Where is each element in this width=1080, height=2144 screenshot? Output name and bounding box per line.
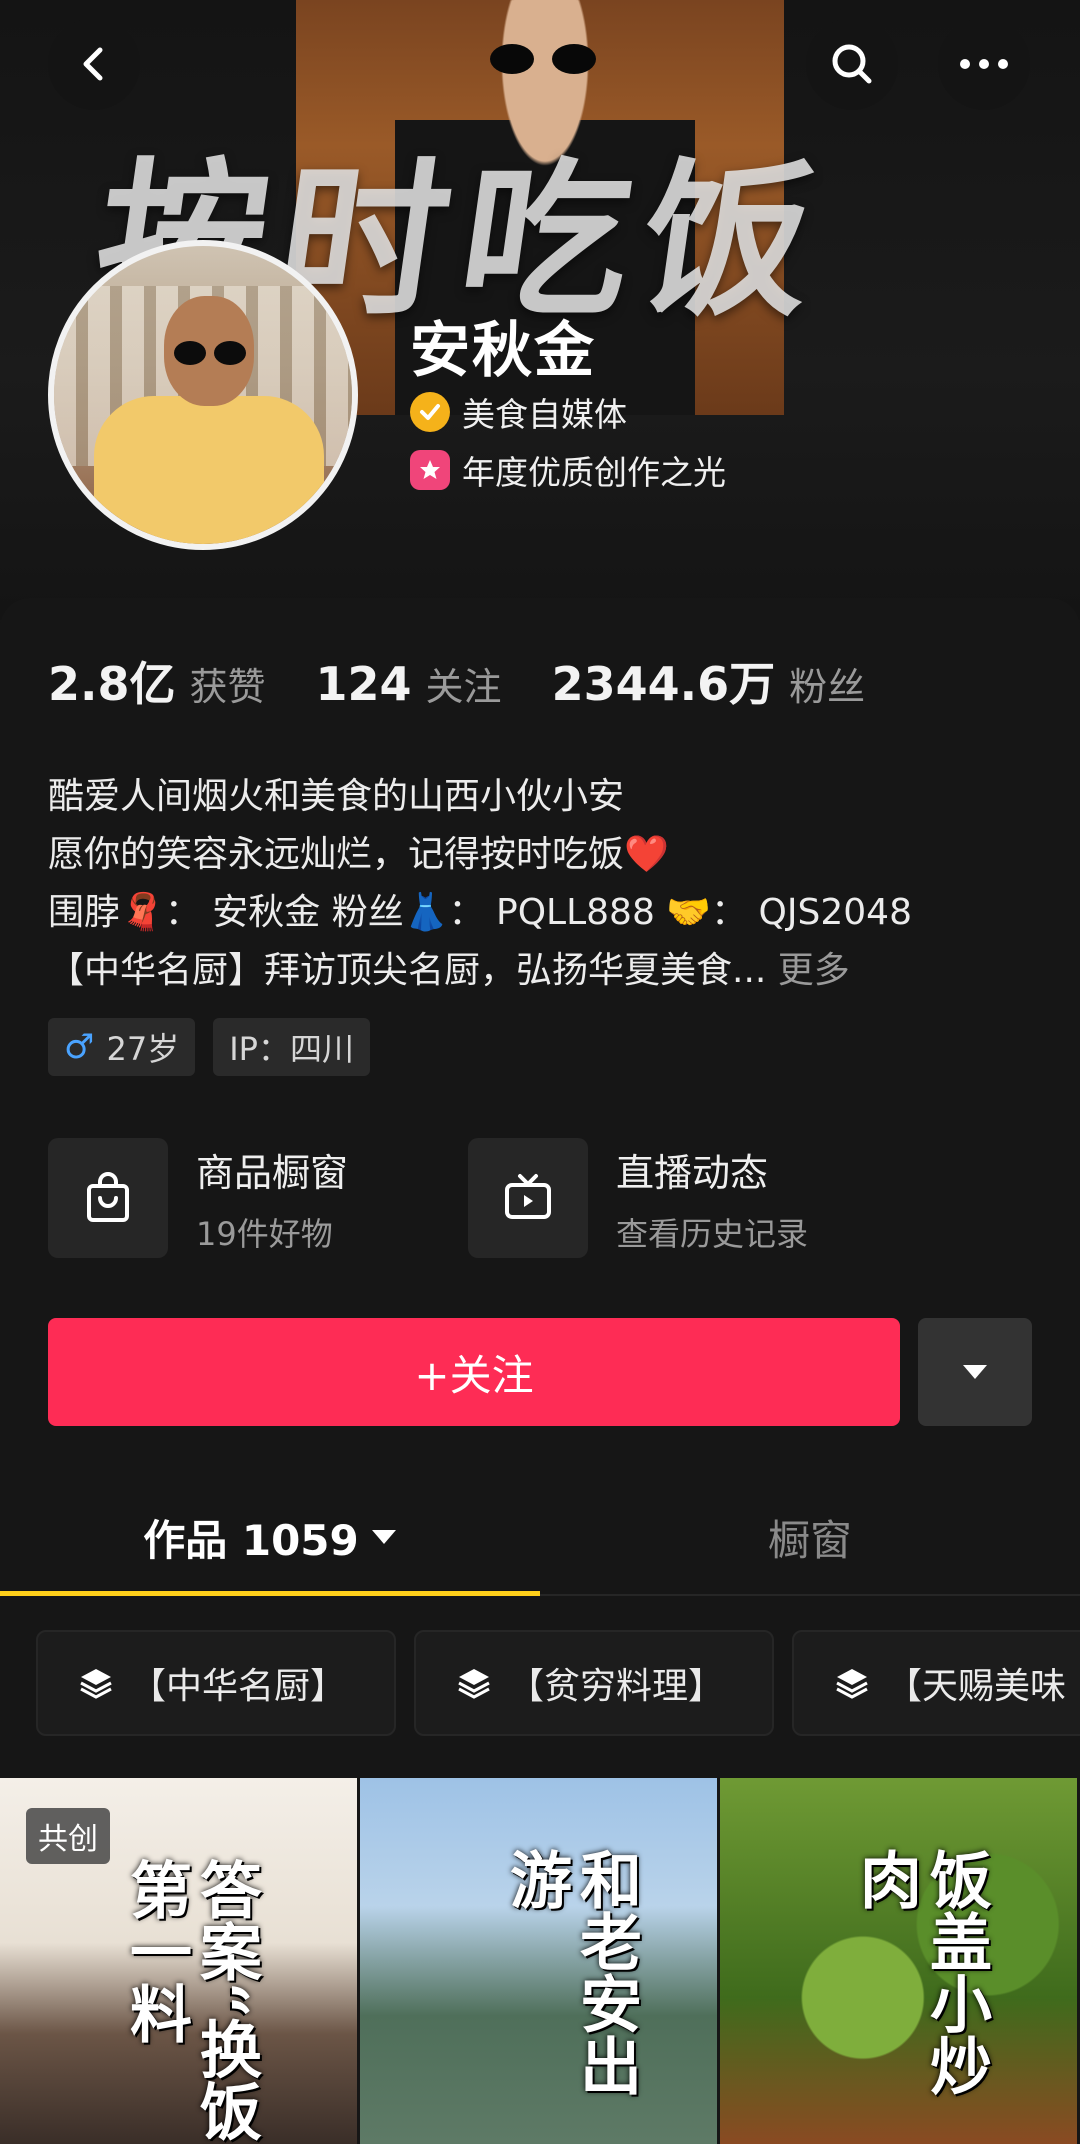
tab-showcase[interactable]: 橱窗 [540,1478,1080,1596]
live-activity-entry[interactable]: 直播动态 查看历史记录 [468,1138,808,1258]
shop-window-title: 商品橱窗 [196,1150,349,1195]
avatar[interactable] [48,240,358,550]
likes-label: 获赞 [189,665,266,709]
collection-item[interactable]: 【贫穷料理】 [414,1630,774,1736]
collection-label: 【中华名厨】 [130,1666,347,1707]
search-icon [832,44,872,84]
star-badge-icon [410,450,450,490]
followers-count[interactable]: 2344.6万 [552,648,776,714]
back-arrow-icon [83,47,103,81]
collections-row: 【中华名厨】 【贫穷料理】 【天赐美味 [36,1630,1080,1736]
badge-label: 年度优质创作之光 [462,453,726,492]
layers-icon [458,1669,490,1699]
age-label: 27岁 [106,1030,180,1068]
co-creation-tag: 共创 [26,1808,110,1864]
tab-works-label: 作品 1059 [143,1515,359,1565]
shopping-bag-icon [48,1138,168,1258]
search-button[interactable] [806,18,898,110]
video-cover-text: 答案“换饭第一料 [119,1858,262,2142]
following-count[interactable]: 124 [316,657,412,711]
following-label: 关注 [425,665,502,709]
tv-icon [468,1138,588,1258]
back-button[interactable] [48,18,140,110]
video-thumbnail[interactable]: 共创 答案“换饭第一料 [0,1778,357,2144]
collection-label: 【天赐美味 [886,1666,1067,1707]
layers-icon [80,1669,112,1699]
tab-indicator [0,1591,540,1596]
triangle-down-icon [963,1365,987,1379]
video-thumbnail[interactable]: 饭盖小炒肉 [720,1778,1077,2144]
video-cover-text: 和老安出游 [499,1848,642,2096]
more-dots-icon [960,59,1008,69]
collection-item[interactable]: 【天赐美味 [792,1630,1080,1736]
badge-annual-creator[interactable]: 年度优质创作之光 [410,446,726,494]
bio-line: 【中华名厨】拜访顶尖名厨，弘扬华夏美食... [48,950,767,991]
badge-label: 美食自媒体 [462,395,627,434]
verified-check-icon [410,392,450,432]
collection-label: 【贫穷料理】 [508,1666,725,1707]
video-cover-text: 饭盖小炒肉 [849,1848,992,2096]
likes-count[interactable]: 2.8亿 [48,648,176,714]
bio: 酷爱人间烟火和美食的山西小伙小安 愿你的笑容永远灿烂，记得按时吃饭❤️ 围脖🧣：… [48,768,912,1000]
layers-icon [836,1669,868,1699]
bio-more-link[interactable]: 更多 [778,950,850,991]
profile-panel: 2.8亿 获赞 124 关注 2344.6万 粉丝 酷爱人间烟火和美食的山西小伙… [0,598,1080,2144]
info-chips: ♂ 27岁 IP：四川 [48,1018,388,1076]
bio-line: 围脖🧣： 安秋金 粉丝👗： PQLL888 🤝： QJS2048 [48,892,912,933]
bio-line: 愿你的笑容永远灿烂，记得按时吃饭❤️ [48,834,669,875]
male-icon: ♂ [64,1027,95,1067]
badge-food-media[interactable]: 美食自媒体 [410,388,627,436]
video-grid: 共创 答案“换饭第一料 和老安出游 饭盖小炒肉 [0,1778,1080,2144]
followers-label: 粉丝 [789,665,866,709]
stats-row: 2.8亿 获赞 124 关注 2344.6万 粉丝 [48,648,915,714]
caret-down-icon [371,1530,396,1544]
shop-window-subtitle: 19件好物 [196,1214,333,1253]
gender-age-chip: ♂ 27岁 [48,1018,196,1076]
recommend-dropdown-button[interactable] [918,1318,1032,1426]
content-tabs: 作品 1059 橱窗 [0,1478,1080,1596]
profile-name: 安秋金 [410,316,596,386]
banner-sunglasses [490,44,600,74]
collection-item[interactable]: 【中华名厨】 [36,1630,396,1736]
live-activity-subtitle: 查看历史记录 [616,1214,809,1253]
ip-chip: IP：四川 [213,1018,370,1076]
video-thumbnail[interactable]: 和老安出游 [360,1778,717,2144]
more-options-button[interactable] [938,18,1030,110]
live-activity-title: 直播动态 [616,1150,769,1195]
tab-works[interactable]: 作品 1059 [0,1478,540,1596]
follow-button[interactable]: +关注 [48,1318,900,1426]
shop-window-entry[interactable]: 商品橱窗 19件好物 [48,1138,348,1258]
bio-line: 酷爱人间烟火和美食的山西小伙小安 [48,776,625,817]
